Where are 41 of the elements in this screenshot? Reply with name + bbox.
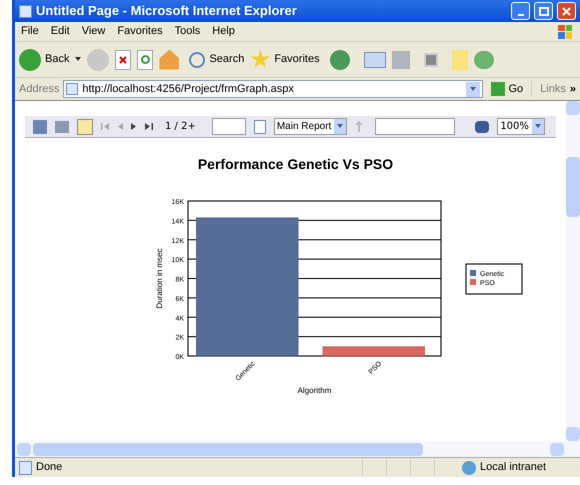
menu-item[interactable]: File [15, 23, 45, 40]
report-select[interactable]: Main Report [274, 118, 348, 135]
favorites-button[interactable]: Favorites [250, 50, 320, 70]
more-button[interactable]: » [570, 80, 576, 98]
menu-item[interactable]: Favorites [111, 23, 169, 40]
y-axis-title: Duration in msec [155, 248, 164, 309]
menu-item[interactable]: Help [206, 23, 241, 40]
zoom-select[interactable]: 100% [497, 118, 545, 135]
legend-box [466, 264, 522, 294]
horizontal-scrollbar[interactable] [15, 441, 566, 457]
up-arrow-icon[interactable] [355, 121, 364, 132]
go-button[interactable]: Go [486, 80, 528, 98]
back-button[interactable]: Back [19, 48, 70, 70]
security-zone: Local intranet [480, 460, 548, 476]
dropdown-icon[interactable] [75, 56, 82, 63]
x-axis-title: Algorithm [298, 386, 332, 395]
page-indicator: 1 / 2+ [165, 120, 196, 134]
close-icon [562, 6, 571, 16]
links-button[interactable]: Links [531, 80, 566, 98]
page-input[interactable] [212, 118, 246, 135]
status-text: Done [36, 460, 64, 476]
last-page-icon[interactable] [145, 123, 153, 130]
stop-icon[interactable] [115, 50, 132, 70]
dropdown-button[interactable] [466, 82, 480, 96]
close-button[interactable] [557, 2, 576, 20]
menu-item[interactable]: View [76, 23, 112, 40]
address-label: Address [19, 82, 60, 97]
minimize-button[interactable] [511, 2, 530, 20]
first-page-icon[interactable] [101, 123, 109, 130]
next-page-icon[interactable] [131, 123, 137, 130]
previous-page-icon[interactable] [117, 123, 123, 130]
vertical-scrollbar[interactable] [566, 101, 580, 457]
menu-item[interactable]: Edit [44, 23, 76, 40]
search-input[interactable] [375, 118, 456, 135]
maximize-button[interactable] [534, 2, 553, 20]
menu-item[interactable]: Tools [168, 23, 206, 40]
window-title: Untitled Page - Microsoft Internet Explorer [36, 2, 298, 20]
home-icon[interactable] [159, 50, 180, 70]
chart-title: Performance Genetic Vs PSO [196, 155, 394, 174]
address-field[interactable]: http://localhost:4256/Project/frmGraph.aspx [63, 80, 482, 98]
search-button[interactable]: Search [189, 51, 244, 68]
